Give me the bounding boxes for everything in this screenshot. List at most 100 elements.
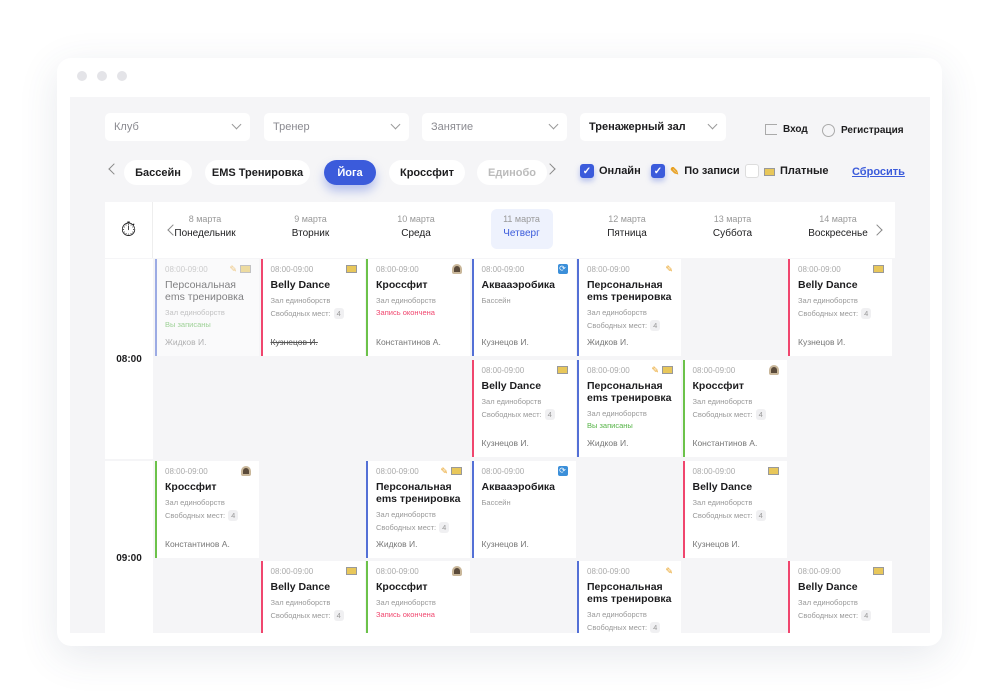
day-date: 9 марта (294, 214, 327, 224)
class-card[interactable]: 08:00-09:00 ⟳ Аквааэробика Бассейн Кузнец… (471, 461, 576, 558)
free-seats-label: Свободных мест: (587, 623, 648, 632)
class-card[interactable]: 08:00-09:00 ⟳ Аквааэробика Бассейн Кузнец… (471, 259, 576, 356)
day-header[interactable]: 12 марта Пятница (596, 209, 658, 249)
free-seats-count: 4 (650, 320, 661, 331)
class-icons (345, 566, 357, 575)
category-pill[interactable]: Кроссфит (389, 160, 465, 185)
class-title: Персональная ems тренировка (376, 481, 461, 505)
class-card[interactable]: 08:00-09:00 ✎ Персональная ems тренировка… (577, 360, 681, 457)
day-header[interactable]: 13 марта Суббота (702, 209, 764, 249)
day-weekday: Пятница (607, 228, 647, 239)
day-header[interactable]: 14 марта Воскресенье (803, 209, 873, 249)
category-pill[interactable]: Единобо (477, 160, 547, 185)
class-card[interactable]: 08:00-09:00 Belly Dance Зал единоборств … (788, 561, 892, 633)
category-pill[interactable]: Бассейн (124, 160, 192, 185)
free-seats-label: Свободных мест: (692, 511, 753, 520)
class-time: 08:00-09:00 (798, 567, 841, 576)
day-weekday: Понедельник (174, 228, 236, 239)
class-time: 08:00-09:00 (481, 265, 525, 274)
money-icon (451, 467, 462, 475)
filter-checkbox[interactable]: ✓ ✎ По записи (651, 164, 740, 178)
class-card[interactable]: 08:00-09:00 Belly Dance Зал единоборств … (260, 561, 365, 633)
class-hall: Зал единоборств (692, 397, 753, 406)
window-dot-icon (117, 71, 127, 81)
day-header[interactable]: 10 марта Среда (385, 209, 447, 249)
stopwatch-icon: ⏱ (105, 202, 153, 258)
class-card[interactable]: 08:00-09:00 Belly Dance Зал единоборств … (788, 259, 892, 356)
class-card[interactable]: 08:00-09:00 Кроссфит Зал единоборств Зап… (366, 259, 470, 356)
login-button[interactable]: Вход (765, 124, 808, 135)
free-seats-count: 4 (755, 510, 766, 521)
day-header[interactable]: 9 марта Вторник (280, 209, 342, 249)
day-weekday: Воскресенье (808, 228, 868, 239)
free-seats-label: Свободных мест: (798, 309, 859, 318)
filter-checkbox[interactable]: ✓ Онлайн (580, 164, 641, 178)
trainer-select[interactable]: Тренер (264, 113, 409, 141)
day-header[interactable]: 11 марта Четверг (490, 209, 553, 249)
reset-link[interactable]: Сбросить (852, 166, 905, 178)
class-icons: ⟳ (557, 466, 568, 476)
class-icons (767, 466, 779, 475)
club-select[interactable]: Клуб (105, 113, 250, 141)
category-label: EMS Тренировка (211, 166, 304, 179)
class-card[interactable]: 08:00-09:00 Belly Dance Зал единоборств … (260, 259, 365, 356)
class-time: 08:00-09:00 (692, 467, 736, 476)
free-seats: Свободных мест: 4 (693, 510, 779, 521)
class-card[interactable]: 08:00-09:00 ✎ Персональная ems тренировка… (577, 259, 681, 356)
class-icons (452, 566, 462, 576)
class-card[interactable]: 08:00-09:00 Belly Dance Зал единоборств … (471, 360, 576, 457)
pencil-icon: ✎ (665, 264, 673, 274)
money-icon (873, 265, 884, 273)
class-hall: Зал единоборств (587, 409, 647, 418)
category-label: Единобо (488, 166, 536, 179)
class-card[interactable]: 08:00-09:00 ✎ Персональная ems тренировка… (155, 259, 259, 356)
class-trainer: Константинов А. (692, 438, 758, 448)
day-weekday: Четверг (503, 228, 540, 239)
checkbox-icon[interactable] (745, 164, 759, 178)
free-seats: Свободных мест: 4 (693, 409, 779, 420)
checkbox-label: Платные (780, 165, 829, 177)
category-pill[interactable]: Йога (324, 160, 376, 185)
hall-select[interactable]: Тренажерный зал (580, 113, 726, 141)
class-card[interactable]: 08:00-09:00 Кроссфит Зал единоборств Сво… (155, 461, 259, 558)
category-pill[interactable]: EMS Тренировка (205, 160, 310, 185)
user-icon (822, 124, 835, 137)
week-next-icon[interactable] (871, 224, 883, 236)
categories-prev-icon[interactable] (108, 163, 120, 175)
filter-checkbox[interactable]: Платные (745, 164, 829, 178)
chevron-down-icon (231, 119, 242, 130)
class-card[interactable]: 08:00-09:00 ✎ Персональная ems тренировка… (366, 461, 470, 558)
class-title: Персональная ems тренировка (587, 581, 672, 605)
class-hall: Зал единоборств (376, 598, 436, 607)
class-card[interactable]: 08:00-09:00 Кроссфит Зал единоборств Сво… (682, 360, 787, 457)
free-seats: Свободных мест: 4 (798, 610, 884, 621)
class-card[interactable]: 08:00-09:00 Belly Dance Зал единоборств … (682, 461, 787, 558)
class-icons: ✎ (229, 264, 251, 275)
class-trainer: Кузнецов И. (270, 337, 318, 347)
class-hall: Зал единоборств (270, 296, 331, 305)
checkbox-icon[interactable]: ✓ (651, 164, 665, 178)
day-header[interactable]: 8 марта Понедельник (174, 209, 236, 249)
activity-select[interactable]: Занятие (422, 113, 567, 141)
enrolled-status: Вы записаны (587, 421, 633, 430)
class-title: Кроссфит (376, 581, 428, 593)
free-seats-label: Свободных мест: (165, 511, 226, 520)
closed-status: Запись окончена (376, 610, 435, 619)
free-seats: Свободных мест: 4 (482, 409, 568, 420)
class-time: 08:00-09:00 (165, 467, 208, 476)
class-card[interactable]: 08:00-09:00 ✎ Персональная ems тренировка… (577, 561, 681, 633)
free-seats-label: Свободных мест: (270, 309, 331, 318)
class-card[interactable]: 08:00-09:00 Кроссфит Зал единоборств Зап… (366, 561, 470, 633)
class-icons (556, 365, 568, 374)
class-hall: Зал единоборств (376, 510, 436, 519)
class-trainer: Кузнецов И. (798, 337, 846, 347)
register-button[interactable]: Регистрация (822, 124, 904, 137)
free-seats-label: Свободных мест: (376, 523, 437, 532)
class-hall: Зал единоборств (798, 598, 858, 607)
class-icons: ✎ (665, 566, 673, 577)
class-title: Belly Dance (270, 581, 331, 593)
club-select-label: Клуб (114, 121, 139, 133)
class-hall: Бассейн (481, 498, 511, 507)
money-icon (764, 167, 775, 176)
checkbox-icon[interactable]: ✓ (580, 164, 594, 178)
